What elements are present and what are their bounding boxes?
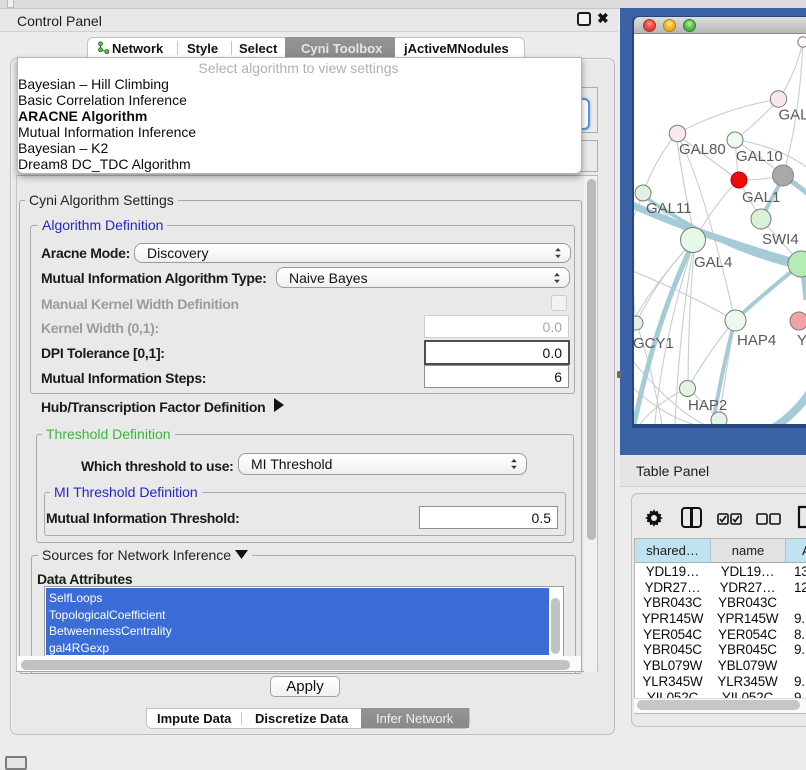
svg-text:GAL10: GAL10 bbox=[736, 148, 783, 165]
svg-text:HAP2: HAP2 bbox=[688, 397, 727, 414]
svg-text:GAL11: GAL11 bbox=[646, 200, 692, 217]
svg-text:GAL80: GAL80 bbox=[679, 141, 726, 158]
svg-text:GAL1: GAL1 bbox=[742, 189, 780, 206]
svg-text:YJ: YJ bbox=[797, 332, 806, 349]
svg-text:GAL2: GAL2 bbox=[779, 107, 806, 124]
svg-text:GCY1: GCY1 bbox=[634, 335, 674, 352]
svg-text:HAP4: HAP4 bbox=[737, 332, 776, 349]
svg-text:SWI4: SWI4 bbox=[762, 231, 799, 248]
svg-text:GAL4: GAL4 bbox=[694, 254, 732, 271]
